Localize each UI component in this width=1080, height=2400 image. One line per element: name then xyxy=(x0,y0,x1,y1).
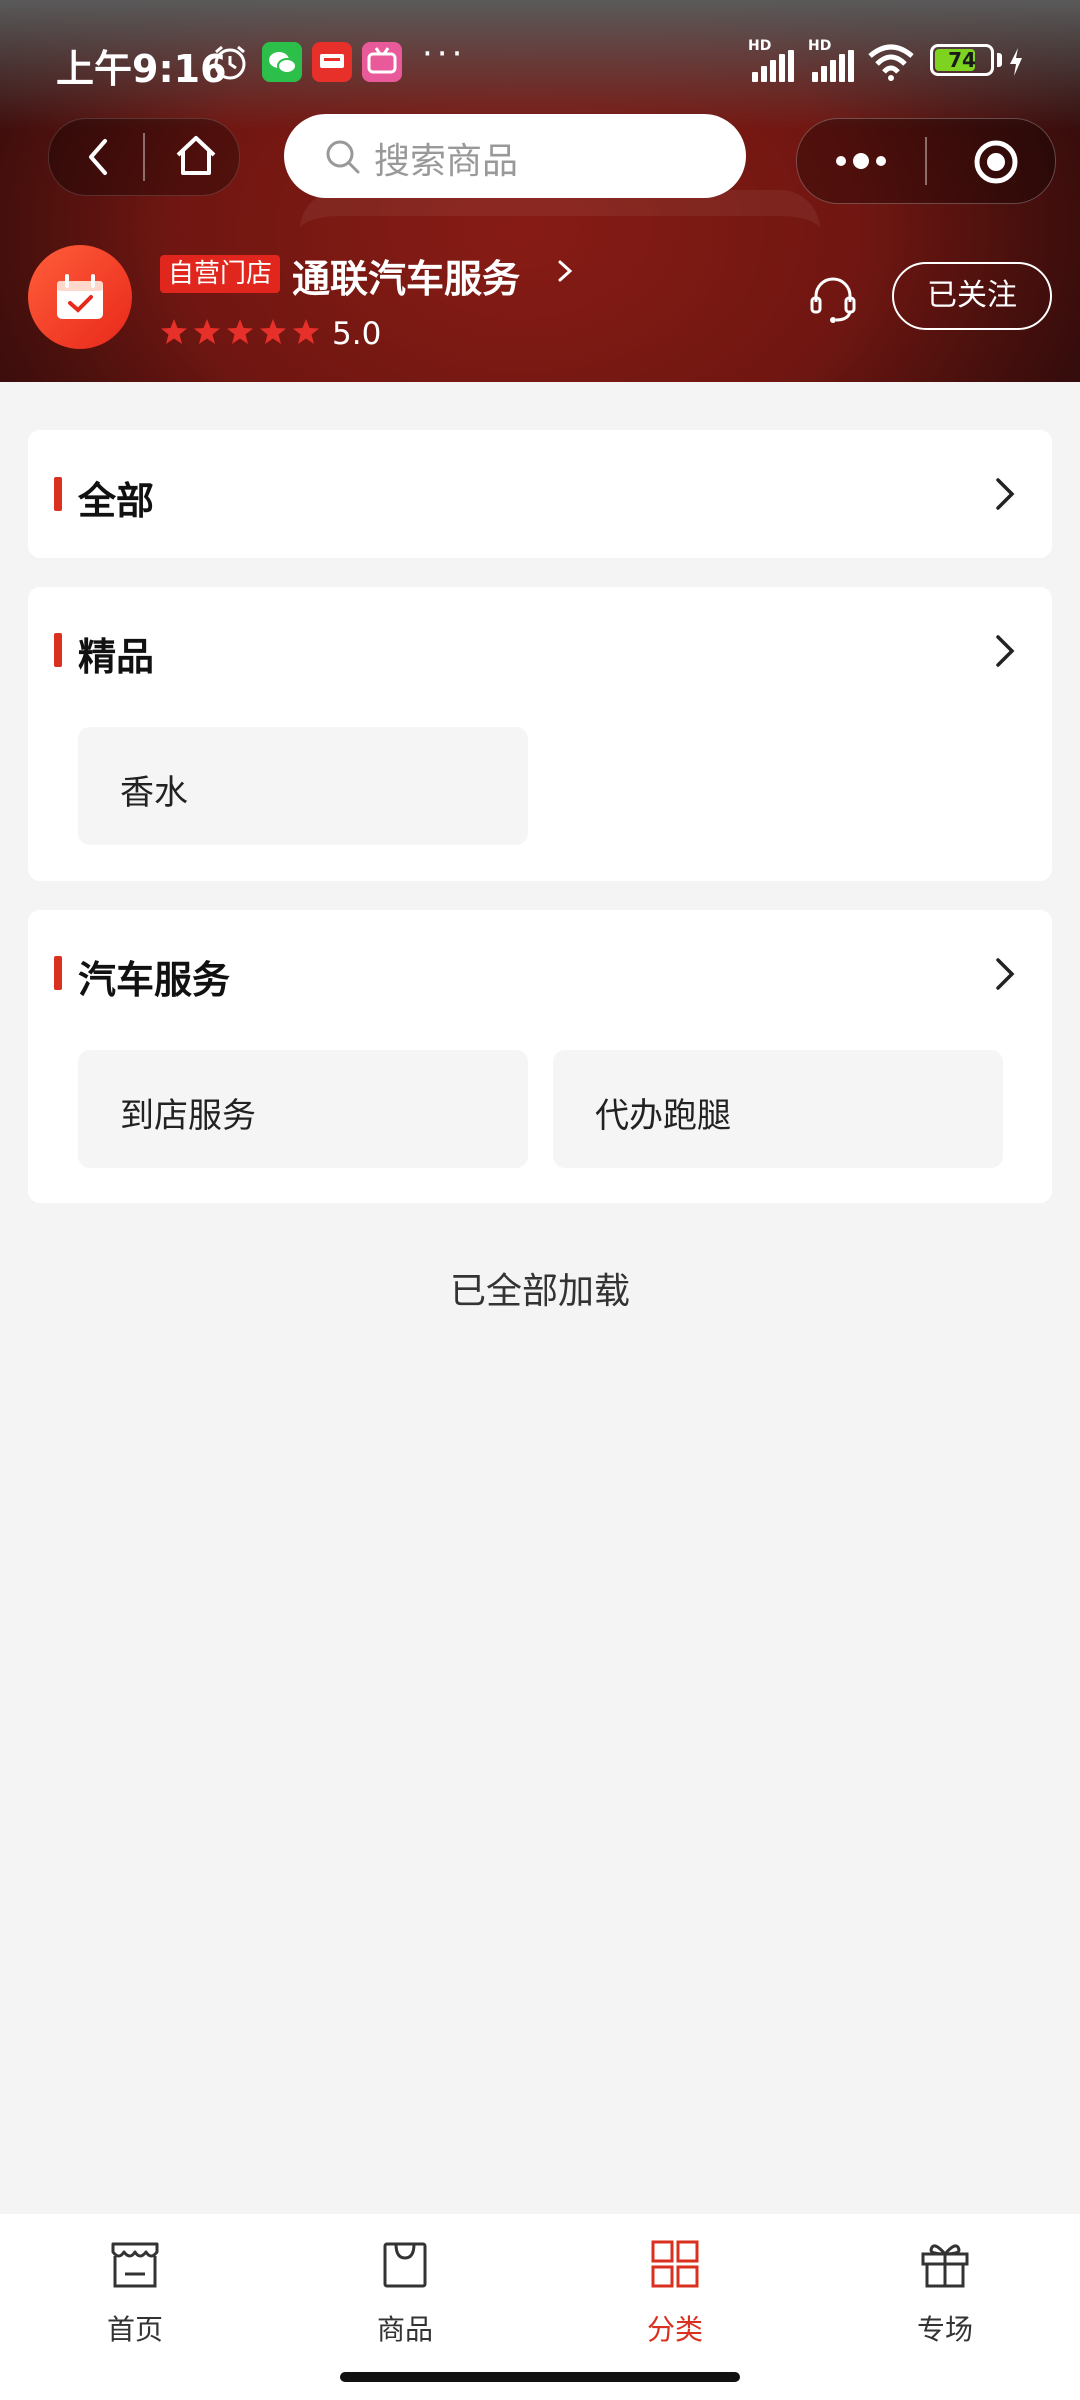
tab-label: 分类 xyxy=(646,2313,703,2346)
subcategory-label: 香水 xyxy=(120,773,188,813)
category-card-boutique: 精品 香水 xyxy=(28,587,1052,881)
category-title: 全部 xyxy=(78,479,155,523)
tab-label: 首页 xyxy=(106,2313,163,2346)
battery-icon: 74 xyxy=(930,44,994,76)
gift-icon xyxy=(921,2244,969,2288)
category-card-car-service: 汽车服务 到店服务 代办跑腿 xyxy=(28,910,1052,1203)
tab-home[interactable]: 首页 xyxy=(65,2238,205,2348)
nav-capsule-right xyxy=(796,118,1056,204)
search-input[interactable]: 搜索商品 xyxy=(284,114,746,198)
status-time: 上午9:16 xyxy=(56,47,227,91)
home-indicator[interactable] xyxy=(340,2372,740,2382)
charging-icon xyxy=(1010,48,1022,76)
grid-icon xyxy=(651,2240,699,2288)
all-loaded-text: 已全部加载 xyxy=(449,1271,630,1312)
star-icon xyxy=(293,319,319,344)
star-icon xyxy=(227,319,253,344)
back-icon[interactable] xyxy=(79,137,119,177)
battery-level: 74 xyxy=(948,48,976,72)
subcategory-chip[interactable]: 到店服务 xyxy=(78,1050,528,1168)
tab-label: 商品 xyxy=(376,2313,433,2346)
tab-label: 专场 xyxy=(916,2313,973,2346)
wifi-icon xyxy=(868,44,914,81)
tab-categories[interactable]: 分类 xyxy=(605,2238,745,2348)
subcategory-chip[interactable]: 香水 xyxy=(78,727,528,845)
nav-capsule-left xyxy=(48,118,240,196)
category-title[interactable]: 精品 xyxy=(78,626,154,681)
subcategory-label: 代办跑腿 xyxy=(595,1096,731,1136)
star-icon xyxy=(260,319,286,344)
chevron-right-icon[interactable] xyxy=(994,476,1018,512)
rating-stars xyxy=(160,318,320,346)
close-miniprogram-icon[interactable] xyxy=(973,139,1019,185)
alarm-icon xyxy=(214,45,246,80)
tab-special[interactable]: 专场 xyxy=(875,2238,1015,2348)
subcategory-chip[interactable]: 代办跑腿 xyxy=(553,1050,1003,1168)
shop-name[interactable]: 通联汽车服务 xyxy=(292,248,520,303)
more-options-icon[interactable] xyxy=(833,143,889,179)
star-icon xyxy=(161,319,187,344)
star-icon xyxy=(194,319,220,344)
category-title[interactable]: 汽车服务 xyxy=(78,949,230,1004)
subcategory-label: 到店服务 xyxy=(120,1096,256,1136)
search-icon xyxy=(326,140,360,174)
rating-value: 5.0 xyxy=(332,316,382,352)
follow-button[interactable]: 已关注 xyxy=(892,262,1052,330)
tab-products[interactable]: 商品 xyxy=(335,2238,475,2348)
news-app-icon xyxy=(312,42,352,82)
bag-icon xyxy=(383,2242,427,2288)
chevron-right-icon[interactable] xyxy=(994,633,1018,669)
shop-logo[interactable] xyxy=(28,245,132,349)
wechat-icon xyxy=(262,42,302,82)
status-bar: 上午9:16 ··· HD HD 74 xyxy=(0,0,1080,120)
shop-chevron-icon[interactable] xyxy=(552,256,578,286)
signal-icon xyxy=(752,50,794,82)
signal-icon-2 xyxy=(812,50,854,82)
customer-service-icon[interactable] xyxy=(808,274,858,324)
bilibili-icon xyxy=(362,42,402,82)
home-icon[interactable] xyxy=(173,133,219,179)
more-notifications-icon: ··· xyxy=(422,34,467,74)
category-card-all[interactable]: 全部 xyxy=(28,430,1052,558)
calendar-check-icon xyxy=(57,274,103,319)
self-operated-badge: 自营门店 xyxy=(160,255,281,293)
chevron-right-icon[interactable] xyxy=(994,956,1018,992)
search-placeholder: 搜索商品 xyxy=(374,141,519,182)
store-icon xyxy=(111,2242,159,2288)
